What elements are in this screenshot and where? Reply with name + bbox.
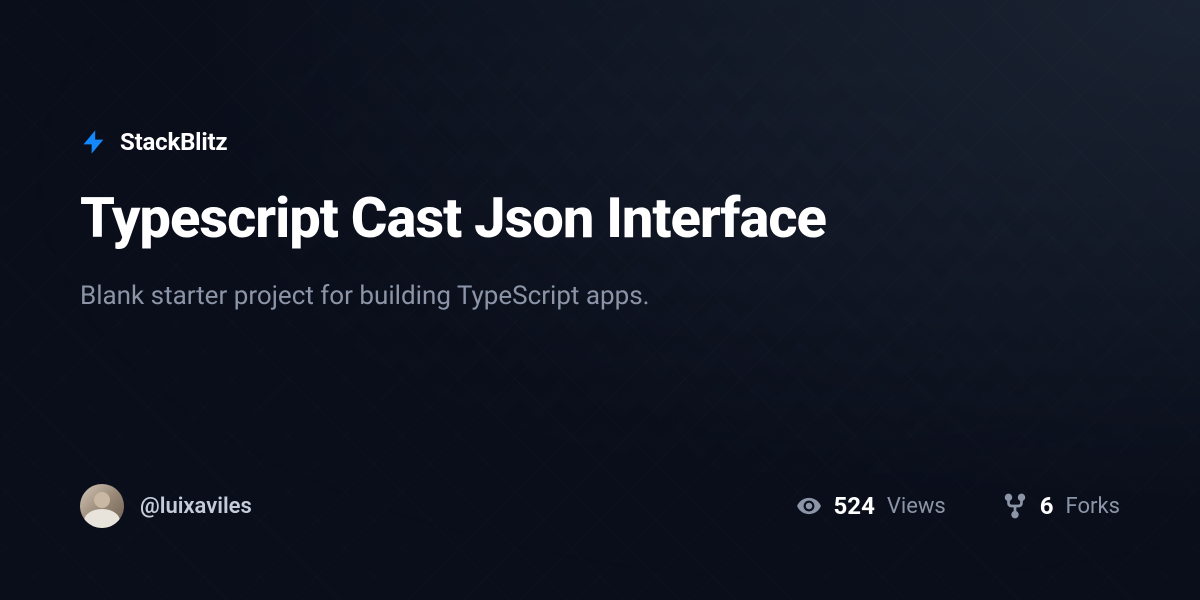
card-content: StackBlitz Typescript Cast Json Interfac… (0, 0, 1200, 600)
project-title: Typescript Cast Json Interface (80, 188, 1120, 250)
forks-stat: 6 Forks (1002, 492, 1120, 520)
stats-section: 524 Views 6 Forks (796, 492, 1120, 520)
brand-name: StackBlitz (120, 128, 227, 156)
views-count: 524 (834, 492, 875, 520)
bolt-icon (80, 128, 108, 156)
forks-count: 6 (1040, 492, 1054, 520)
views-stat: 524 Views (796, 492, 946, 520)
views-label: Views (887, 494, 946, 519)
forks-label: Forks (1066, 494, 1120, 519)
footer-row: @luixaviles 524 Views (80, 484, 1120, 528)
project-description: Blank starter project for building TypeS… (80, 278, 1120, 314)
eye-icon (796, 493, 822, 519)
author-section[interactable]: @luixaviles (80, 484, 252, 528)
author-username: @luixaviles (140, 494, 252, 519)
fork-icon (1002, 493, 1028, 519)
avatar (80, 484, 124, 528)
brand-row: StackBlitz (80, 128, 1120, 156)
